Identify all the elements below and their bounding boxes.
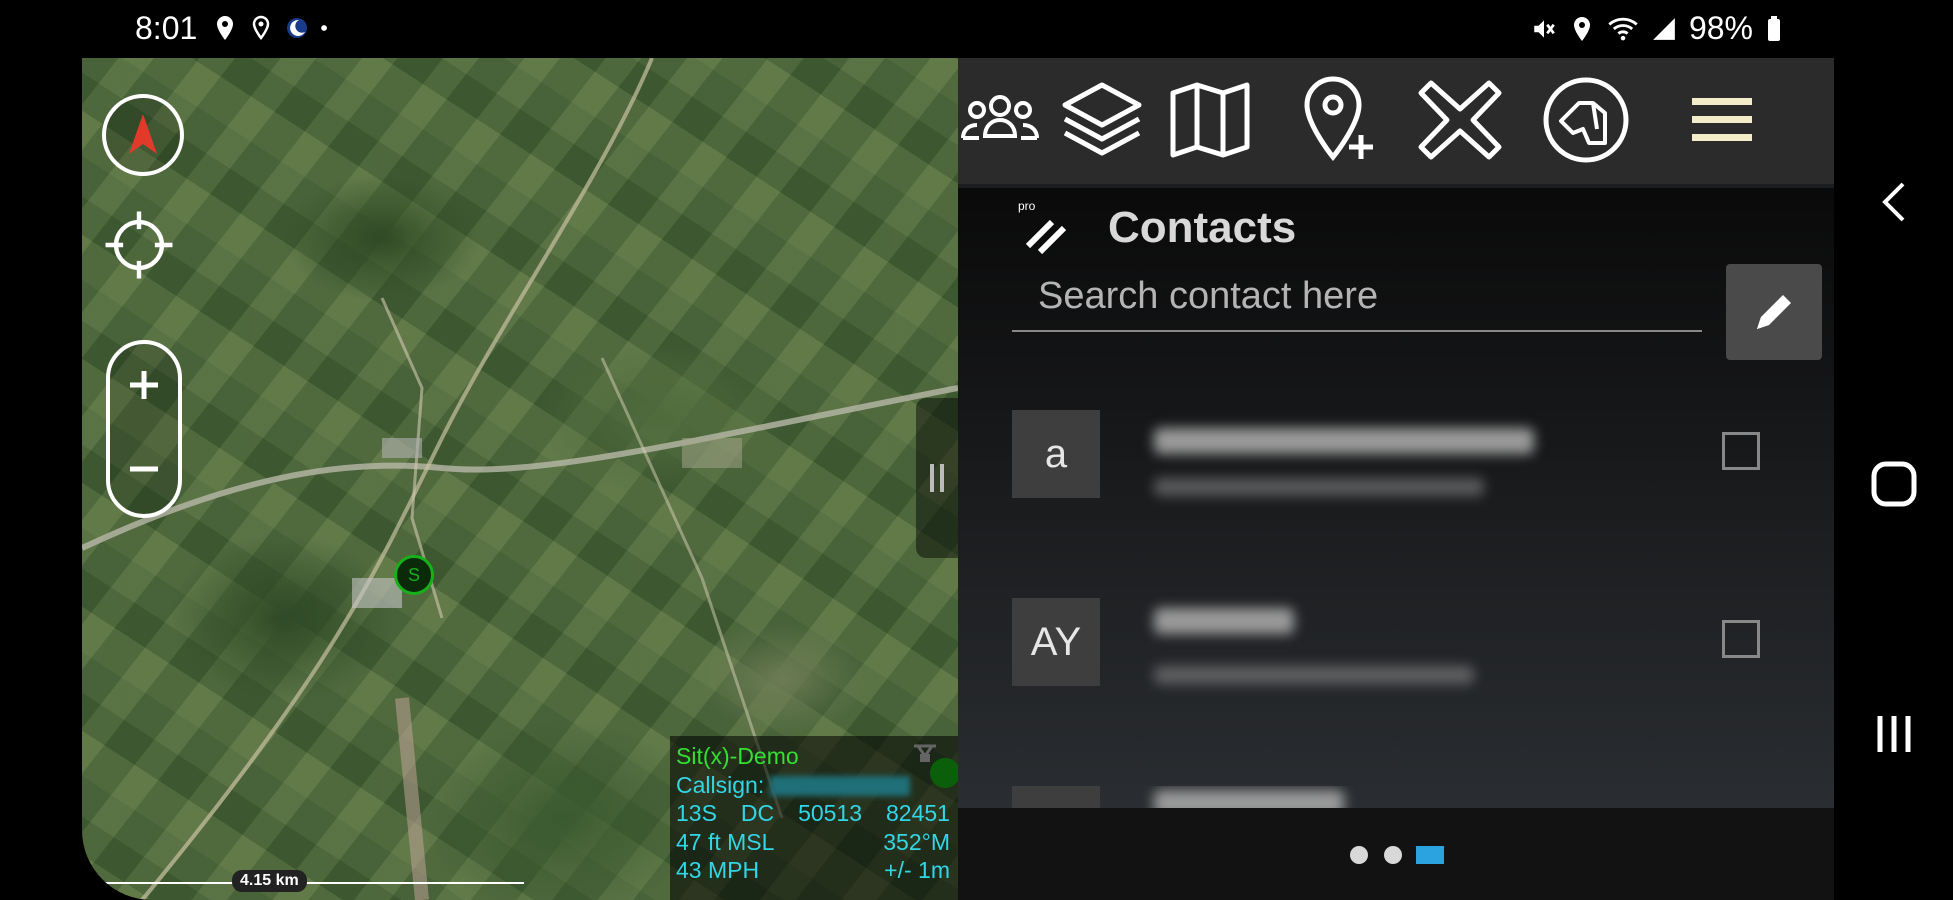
north-arrow-icon (129, 114, 157, 154)
info-altitude: 47 ft MSL (676, 828, 775, 855)
add-location-icon (1304, 76, 1373, 161)
info-grid-zone: 13S (676, 800, 717, 826)
page-dot-1[interactable] (1350, 846, 1368, 864)
map-scale-bar (94, 882, 524, 900)
info-speed-row: 43 MPH +/- 1m (676, 856, 958, 885)
status-time: 8:01 (135, 10, 198, 46)
handle-grip-line (930, 464, 934, 492)
dog-head-icon (1543, 77, 1629, 163)
contact-name-redacted (1154, 428, 1534, 454)
info-heading: 352°M (883, 828, 950, 855)
info-grid-square: DC (740, 800, 775, 826)
battery-icon (1768, 15, 1780, 41)
back-chevron-icon (1882, 182, 1905, 222)
plus-icon (130, 371, 158, 399)
contacts-group-icon (961, 95, 1039, 140)
zoom-in-button[interactable] (110, 350, 178, 420)
contacts-content: pro Contacts a AY (958, 188, 1834, 808)
contact-avatar: a (1012, 410, 1100, 498)
signal-icon (1653, 17, 1675, 40)
top-toolbar (958, 58, 1834, 184)
status-left-icons (212, 14, 334, 42)
battery-percent: 98% (1688, 10, 1753, 46)
svg-text:pro: pro (1018, 199, 1036, 213)
zoom-out-button[interactable] (110, 434, 178, 504)
info-callsign: Callsign: (676, 771, 958, 800)
contacts-title: Contacts (1108, 203, 1297, 252)
contacts-app-logo-icon: pro (1018, 199, 1067, 255)
info-speed: 43 MPH (676, 857, 760, 883)
page-dot-2[interactable] (1384, 846, 1402, 864)
contact-row[interactable]: AY (958, 598, 1834, 718)
contact-avatar: AY (1012, 598, 1100, 686)
crosshair-icon (105, 211, 173, 279)
contacts-header: pro Contacts (1018, 198, 1296, 258)
layers-toolbar-button[interactable] (1052, 70, 1152, 170)
contacts-toolbar-button[interactable] (950, 70, 1050, 170)
info-northing: 82451 (886, 800, 950, 826)
contacts-panel: pro Contacts a AY (958, 58, 1834, 900)
minus-icon (130, 466, 158, 472)
contact-name-redacted (1154, 608, 1294, 634)
location-pin-outline-icon (252, 15, 270, 41)
main-menu-button[interactable] (1672, 70, 1772, 170)
map-view[interactable]: S Sit(x)-Demo Callsign: 13S DC 50513 824… (82, 58, 958, 900)
recents-lines-icon (1877, 716, 1911, 752)
back-nav-button[interactable] (1864, 172, 1924, 232)
contact-name-redacted (1154, 790, 1344, 808)
add-location-toolbar-button[interactable] (1288, 70, 1388, 170)
edit-contacts-button[interactable] (1726, 264, 1822, 360)
contact-search-input[interactable] (1012, 262, 1702, 332)
info-accuracy: +/- 1m (884, 857, 950, 883)
info-altitude-row: 47 ft MSL 352°M (676, 828, 958, 857)
map-icon (1170, 82, 1250, 158)
close-toolbar-button[interactable] (1410, 70, 1510, 170)
contact-select-checkbox[interactable] (1722, 432, 1760, 470)
status-bar: 8:01 98% (0, 0, 1953, 58)
contact-row[interactable]: a (958, 410, 1834, 530)
wifi-icon (1608, 17, 1638, 40)
compass-north-button[interactable] (102, 94, 184, 176)
map-scale-label: 4.15 km (232, 870, 307, 892)
location-icon (1573, 16, 1590, 41)
contact-select-checkbox[interactable] (1722, 620, 1760, 658)
home-square-icon (1871, 461, 1917, 507)
status-right: 98% (1531, 10, 1783, 47)
dot-icon (321, 25, 327, 31)
info-grid-row: 13S DC 50513 82451 (676, 799, 958, 828)
locate-me-button[interactable] (102, 208, 176, 282)
info-callsign-redacted (770, 776, 911, 797)
self-info-box[interactable]: Sit(x)-Demo Callsign: 13S DC 50513 82451… (670, 736, 958, 900)
map-toolbar-button[interactable] (1160, 70, 1260, 170)
info-callsign-label: Callsign: (676, 771, 765, 798)
contact-detail-redacted (1154, 478, 1484, 496)
layers-icon (1062, 82, 1142, 156)
mute-icon (1534, 19, 1555, 38)
dog-toolbar-button[interactable] (1536, 70, 1636, 170)
hamburger-menu-icon (1692, 98, 1752, 141)
moon-app-icon (287, 18, 307, 38)
recents-nav-button[interactable] (1864, 704, 1924, 764)
info-device-name: Sit(x)-Demo (676, 743, 799, 769)
system-nav-bar (1834, 58, 1953, 900)
zoom-control (106, 340, 182, 518)
contact-avatar (1012, 786, 1100, 808)
info-easting: 50513 (798, 800, 863, 826)
page-dot-3-active[interactable] (1416, 846, 1444, 864)
contact-detail-redacted (1154, 666, 1474, 684)
pencil-icon (1757, 295, 1791, 329)
contact-row[interactable] (958, 786, 1834, 808)
handle-grip-line (940, 464, 944, 492)
page-indicator (958, 808, 1834, 900)
home-nav-button[interactable] (1864, 454, 1924, 514)
panel-drawer-handle[interactable] (916, 398, 958, 558)
self-position-marker[interactable]: S (394, 555, 434, 595)
location-pin-icon (217, 16, 233, 40)
close-x-icon (1418, 80, 1502, 160)
